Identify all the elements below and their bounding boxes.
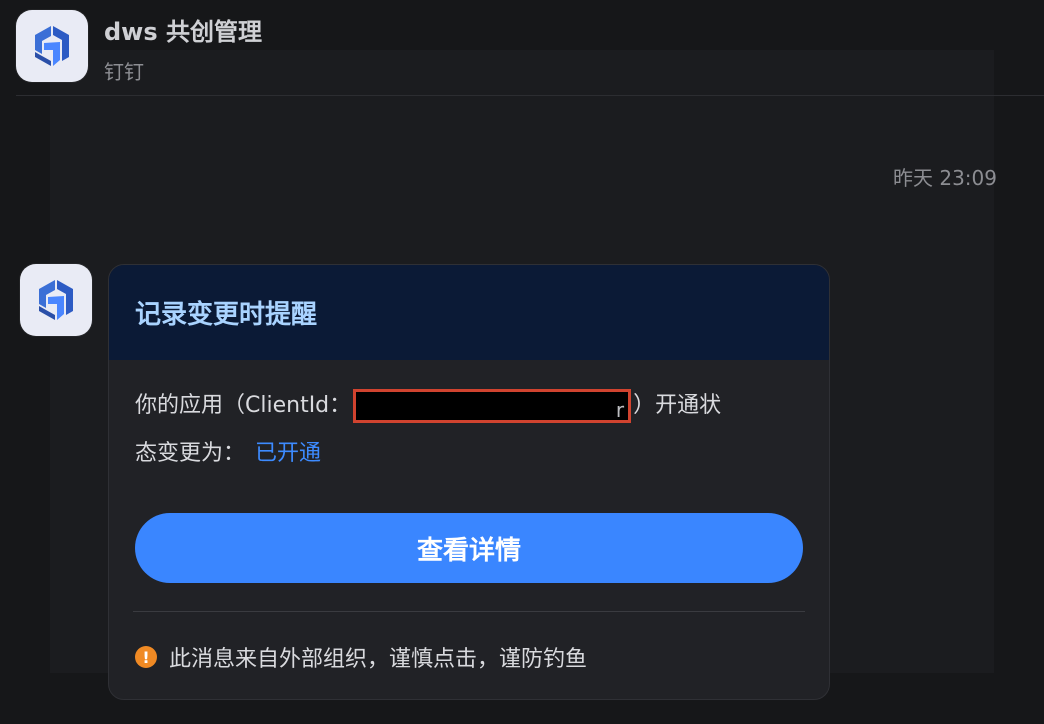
card-header: 记录变更时提醒 bbox=[109, 265, 829, 360]
notification-card: 记录变更时提醒 你的应用（ClientId： r ）开通状 态变更为： 已开通 … bbox=[108, 264, 830, 700]
dingtalk-app-logo-icon bbox=[39, 280, 73, 320]
external-warning: ! 此消息来自外部组织，谨慎点击，谨防钓鱼 bbox=[135, 641, 587, 673]
exclamation-warning-icon: ! bbox=[135, 646, 157, 668]
redacted-client-id: r bbox=[353, 389, 632, 423]
chat-header: dws 共创管理 钉钉 bbox=[0, 0, 1044, 96]
card-body: 你的应用（ClientId： r ）开通状 态变更为： 已开通 bbox=[135, 385, 815, 475]
warning-text: 此消息来自外部组织，谨慎点击，谨防钓鱼 bbox=[169, 647, 588, 672]
card-body-line-2: 态变更为： 已开通 bbox=[135, 433, 815, 475]
redacted-tail: r bbox=[615, 398, 625, 422]
status-label: 态变更为： bbox=[135, 441, 246, 467]
dingtalk-app-logo-icon bbox=[35, 26, 69, 66]
card-title: 记录变更时提醒 bbox=[135, 300, 318, 330]
view-details-button[interactable]: 查看详情 bbox=[135, 513, 803, 583]
body-prefix: 你的应用（ClientId： bbox=[135, 393, 352, 419]
sender-avatar[interactable] bbox=[20, 264, 92, 336]
app-avatar[interactable] bbox=[16, 10, 88, 82]
header-divider bbox=[16, 95, 1044, 96]
message-timestamp: 昨天 23:09 bbox=[893, 166, 997, 190]
status-value: 已开通 bbox=[255, 441, 322, 467]
body-suffix: ）开通状 bbox=[633, 393, 722, 419]
card-divider bbox=[133, 611, 805, 612]
chat-subtitle: 钉钉 bbox=[104, 60, 144, 84]
card-body-line-1: 你的应用（ClientId： r ）开通状 bbox=[135, 385, 815, 427]
chat-title: dws 共创管理 bbox=[104, 18, 262, 46]
